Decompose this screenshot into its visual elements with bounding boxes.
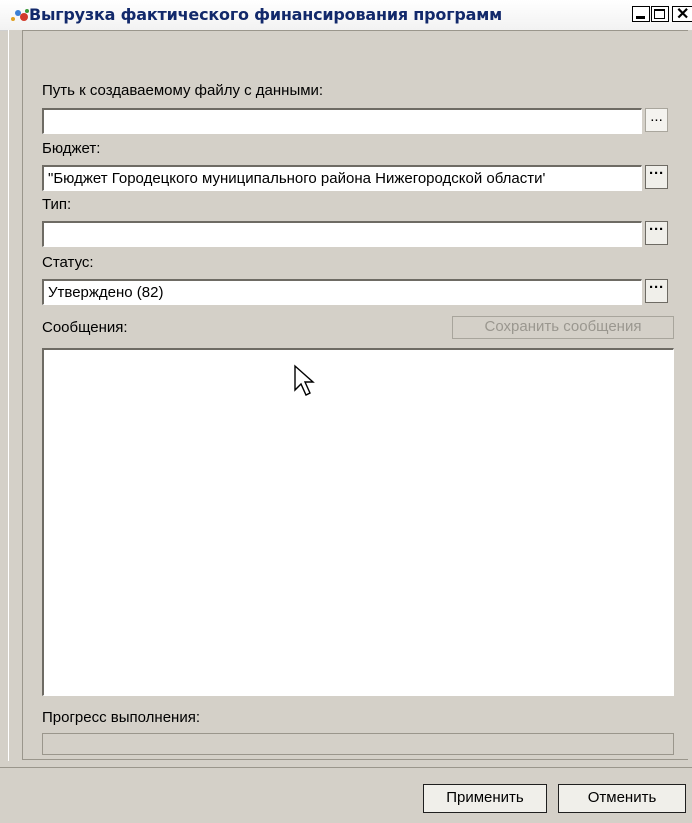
budget-browse-button[interactable]: ··· <box>645 165 668 189</box>
file-path-browse-button[interactable]: ... <box>645 108 668 132</box>
budget-input[interactable]: "Бюджет Городецкого муниципального район… <box>42 165 642 191</box>
status-input[interactable]: Утверждено (82) <box>42 279 642 305</box>
file-path-input[interactable] <box>42 108 642 134</box>
minimize-icon <box>636 16 645 19</box>
progress-bar <box>42 733 674 755</box>
file-path-label: Путь к создаваемому файлу с данными: <box>42 82 324 99</box>
type-input[interactable] <box>42 221 642 247</box>
progress-label: Прогресс выполнения: <box>42 709 201 726</box>
cancel-button[interactable]: Отменить <box>558 784 686 813</box>
title-bar[interactable]: Выгрузка фактического финансирования про… <box>0 0 692 31</box>
minimize-button[interactable] <box>632 6 650 22</box>
maximize-button[interactable] <box>651 6 669 22</box>
status-label: Статус: <box>42 254 94 271</box>
window-title: Выгрузка фактического финансирования про… <box>29 5 502 24</box>
type-browse-button[interactable]: ··· <box>645 221 668 245</box>
status-browse-button[interactable]: ··· <box>645 279 668 303</box>
type-label: Тип: <box>42 196 72 213</box>
save-messages-button[interactable]: Сохранить сообщения <box>452 316 674 339</box>
budget-label: Бюджет: <box>42 140 101 157</box>
messages-area[interactable] <box>42 348 674 696</box>
maximize-icon <box>654 9 665 19</box>
apply-button[interactable]: Применить <box>423 784 547 813</box>
close-icon: ✕ <box>676 6 690 23</box>
mouse-pointer-icon <box>294 364 315 396</box>
footer-divider <box>0 767 692 768</box>
messages-label: Сообщения: <box>42 319 128 336</box>
app-icon <box>11 9 29 21</box>
close-button[interactable]: ✕ <box>672 6 692 23</box>
